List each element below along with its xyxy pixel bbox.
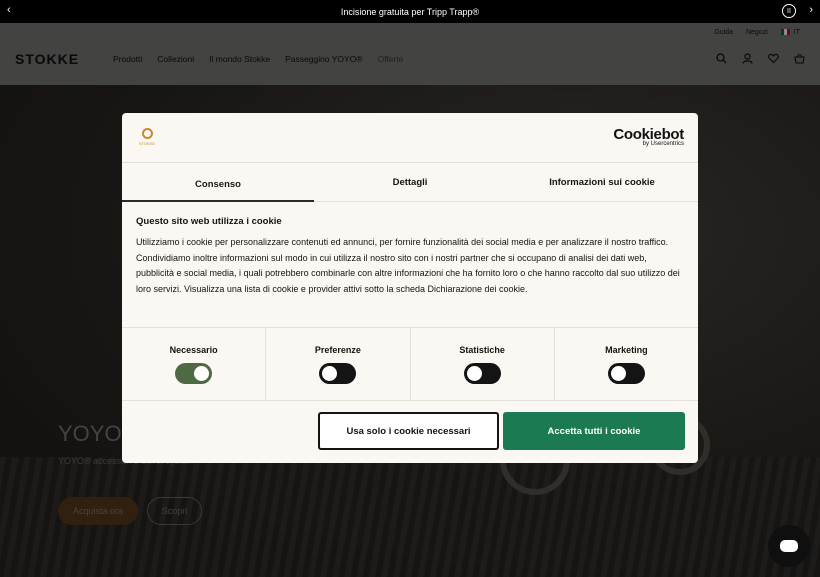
dialog-tabs: Consenso Dettagli Informazioni sui cooki… — [122, 163, 698, 202]
tab-about-cookies[interactable]: Informazioni sui cookie — [506, 163, 698, 201]
consent-heading: Questo sito web utilizza i cookie — [136, 216, 282, 227]
chat-launcher-button[interactable] — [768, 525, 810, 567]
tab-details[interactable]: Dettagli — [314, 163, 506, 201]
accept-all-cookies-button[interactable]: Accetta tutti i cookie — [503, 412, 685, 450]
toggle-knob — [610, 366, 626, 381]
cookie-consent-dialog: STOKKE Cookiebot by Usercentrics Consens… — [122, 113, 698, 463]
tab-consent-label: Consenso — [195, 178, 241, 190]
stokke-logo-text: STOKKE — [138, 141, 156, 146]
stokke-logo: STOKKE — [136, 128, 158, 150]
consent-body: Questo sito web utilizza i cookie Utiliz… — [122, 202, 698, 328]
consent-text: Utilizziamo i cookie per personalizzare … — [136, 237, 680, 294]
marketing-toggle[interactable] — [607, 363, 645, 384]
toggle-knob — [194, 366, 210, 381]
toggle-knob — [466, 366, 482, 381]
category-label: Necessario — [169, 345, 218, 355]
tab-details-label: Dettagli — [392, 176, 428, 188]
stokke-logo-mark-icon — [141, 128, 153, 139]
statistics-toggle[interactable] — [463, 363, 501, 384]
pause-icon[interactable]: II — [782, 4, 796, 18]
cookie-category-toggles: Necessario Preferenze Statistiche Market… — [122, 328, 698, 401]
announcement-text[interactable]: Incisione gratuita per Tripp Trapp® — [341, 7, 479, 17]
chevron-left-icon[interactable]: ‹ — [7, 4, 11, 16]
necessary-toggle[interactable] — [175, 363, 213, 384]
cookiebot-logo[interactable]: Cookiebot by Usercentrics — [613, 126, 684, 147]
dialog-header: STOKKE Cookiebot by Usercentrics — [122, 113, 698, 163]
dialog-actions: Usa solo i cookie necessari Accetta tutt… — [122, 402, 698, 463]
category-label: Marketing — [605, 345, 648, 355]
chevron-right-icon[interactable]: › — [809, 4, 813, 16]
category-statistics: Statistiche — [411, 328, 555, 400]
preferences-toggle[interactable] — [319, 363, 357, 384]
chat-bubble-icon — [780, 540, 798, 552]
toggle-knob — [322, 366, 338, 381]
category-preferences: Preferenze — [266, 328, 411, 400]
announcement-bar: ‹ Incisione gratuita per Tripp Trapp® II… — [0, 0, 820, 23]
category-marketing: Marketing — [555, 328, 698, 400]
use-necessary-cookies-button[interactable]: Usa solo i cookie necessari — [318, 412, 499, 450]
category-necessary: Necessario — [122, 328, 267, 400]
tab-consent[interactable]: Consenso — [122, 163, 314, 202]
tab-about-label: Informazioni sui cookie — [549, 176, 655, 188]
category-label: Preferenze — [314, 345, 361, 355]
category-label: Statistiche — [459, 345, 505, 355]
